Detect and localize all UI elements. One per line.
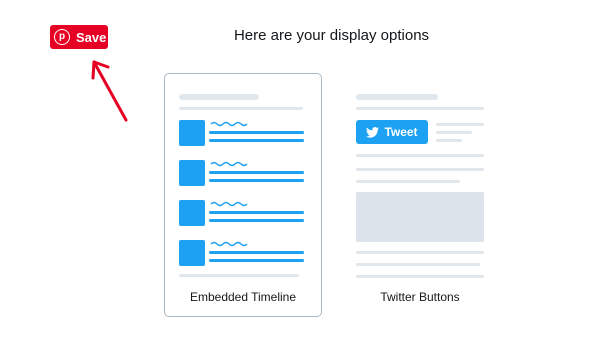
placeholder-bar (356, 275, 484, 278)
embedded-timeline-option[interactable]: Embedded Timeline (164, 73, 322, 317)
placeholder-bar (436, 131, 472, 134)
twitter-buttons-option[interactable]: Tweet Twitter Buttons (341, 73, 499, 317)
timeline-preview-illustration (179, 94, 304, 277)
red-arrow-icon (91, 60, 128, 122)
page-heading: Here are your display options (233, 27, 430, 44)
placeholder-bar (436, 139, 462, 142)
embedded-timeline-label: Embedded Timeline (189, 290, 297, 304)
twitter-buttons-label: Twitter Buttons (380, 290, 460, 304)
placeholder-bar (356, 180, 460, 183)
timeline-tweet-row (179, 160, 304, 186)
placeholder-bar (356, 168, 484, 171)
tweet-button-label: Tweet (384, 125, 418, 139)
placeholder-bar (356, 94, 438, 100)
placeholder-bar (436, 123, 484, 126)
placeholder-bar (356, 107, 484, 110)
placeholder-bar (356, 251, 484, 254)
timeline-tweet-row (179, 200, 304, 226)
tweet-button-preview: Tweet (356, 120, 428, 144)
twitter-bird-icon (366, 126, 380, 138)
placeholder-bar (356, 154, 484, 157)
timeline-tweet-row (179, 240, 304, 266)
media-placeholder (356, 192, 484, 242)
timeline-tweet-row (179, 120, 304, 146)
placeholder-bar (356, 263, 480, 266)
